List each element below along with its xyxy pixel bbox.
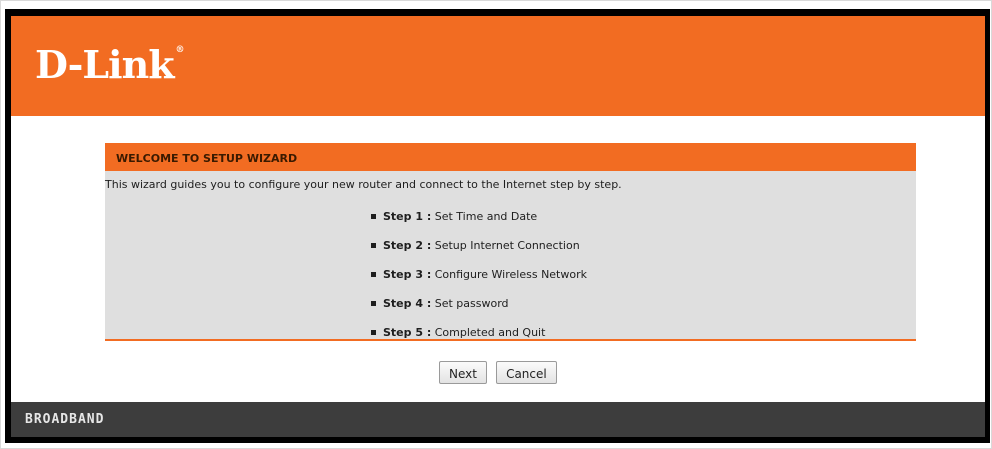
step-label: Step 4 : xyxy=(383,297,432,310)
router-setup-page: D-Link ® WELCOME TO SETUP WIZARD This wiz… xyxy=(11,16,985,437)
bullet-icon xyxy=(371,329,376,335)
step-text: Set password xyxy=(434,297,509,310)
wizard-intro-text: This wizard guides you to configure your… xyxy=(105,178,622,191)
wizard-title: WELCOME TO SETUP WIZARD xyxy=(105,143,916,171)
next-button[interactable]: Next xyxy=(439,361,487,384)
step-label: Step 3 : xyxy=(383,268,432,281)
bullet-icon xyxy=(371,271,376,277)
logo-text: D-Link xyxy=(35,42,175,87)
page-header: D-Link ® xyxy=(11,16,985,116)
bullet-icon xyxy=(371,242,376,248)
footer-broadband-text: BROADBAND xyxy=(25,412,105,427)
bullet-icon xyxy=(371,300,376,306)
step-text: Set Time and Date xyxy=(434,210,538,223)
wizard-step-4: Step 4 : Set password xyxy=(371,297,587,326)
wizard-step-1: Step 1 : Set Time and Date xyxy=(371,210,587,239)
wizard-buttons: Next Cancel xyxy=(439,361,561,385)
dlink-logo: D-Link ® xyxy=(35,45,185,84)
step-text: Setup Internet Connection xyxy=(434,239,580,252)
wizard-step-5: Step 5 : Completed and Quit xyxy=(371,326,587,355)
page-footer: BROADBAND xyxy=(11,402,985,437)
wizard-steps-list: Step 1 : Set Time and Date Step 2 : Setu… xyxy=(371,210,587,355)
step-label: Step 5 : xyxy=(383,326,432,339)
setup-wizard-panel: WELCOME TO SETUP WIZARD This wizard guid… xyxy=(105,143,916,341)
screenshot-frame: D-Link ® WELCOME TO SETUP WIZARD This wiz… xyxy=(0,0,992,449)
step-label: Step 1 : xyxy=(383,210,432,223)
registered-mark: ® xyxy=(175,45,185,55)
bullet-icon xyxy=(371,213,376,219)
wizard-step-2: Step 2 : Setup Internet Connection xyxy=(371,239,587,268)
browser-viewport: D-Link ® WELCOME TO SETUP WIZARD This wiz… xyxy=(5,9,990,443)
step-text: Configure Wireless Network xyxy=(434,268,587,281)
step-label: Step 2 : xyxy=(383,239,432,252)
step-text: Completed and Quit xyxy=(434,326,546,339)
wizard-step-3: Step 3 : Configure Wireless Network xyxy=(371,268,587,297)
cancel-button[interactable]: Cancel xyxy=(496,361,557,384)
